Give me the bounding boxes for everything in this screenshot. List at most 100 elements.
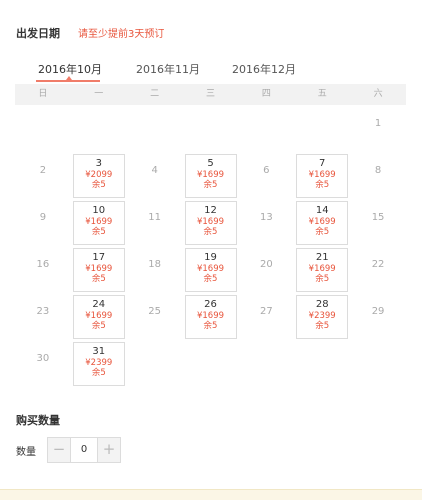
- day-stock: 余5: [315, 321, 330, 331]
- decrease-button[interactable]: −: [48, 438, 70, 462]
- day-number: 5: [207, 158, 214, 169]
- day-stock: 余5: [91, 274, 106, 284]
- calendar-day-available[interactable]: 14 ¥1699 余5: [295, 200, 349, 245]
- calendar-day-available[interactable]: 17 ¥1699 余5: [72, 247, 126, 292]
- day-option-box[interactable]: 7 ¥1699 余5: [296, 154, 349, 198]
- increase-button[interactable]: +: [98, 438, 120, 462]
- day-price: ¥2099: [85, 170, 113, 180]
- calendar-day-unavailable: 30: [16, 341, 70, 386]
- day-number: 28: [315, 299, 329, 310]
- day-price: ¥1699: [196, 217, 225, 227]
- calendar-week-row: 16 17 ¥1699 余5 18 19 ¥1699 余5 20 21 ¥1699 余5 22: [15, 247, 406, 294]
- day-number: 8: [374, 165, 382, 176]
- calendar-day-available[interactable]: 3 ¥2099 余5: [72, 153, 126, 198]
- day-number: 6: [263, 165, 270, 176]
- day-stock: 余5: [91, 227, 106, 237]
- weekday-header: 日 一 二 三 四 五 六: [15, 84, 406, 105]
- day-option-box[interactable]: 26 ¥1699 余5: [184, 295, 237, 339]
- day-option-box[interactable]: 17 ¥1699 余5: [72, 248, 125, 292]
- calendar-day-available[interactable]: 28 ¥2399 余5: [295, 294, 349, 339]
- day-number: 12: [204, 205, 217, 216]
- day-option-box[interactable]: 21 ¥1699 余5: [296, 248, 349, 292]
- calendar-week-row: 9 10 ¥1699 余5 11 12 ¥1699 余5 13 14 ¥1699 余5 15: [15, 200, 406, 247]
- date-section-title: 出发日期: [16, 27, 60, 40]
- day-option-box[interactable]: 19 ¥1699 余5: [184, 248, 237, 292]
- calendar-day-unavailable: 18: [128, 247, 182, 292]
- calendar-week-row: 1: [15, 106, 406, 153]
- quantity-label: 数量: [16, 447, 36, 458]
- day-price: ¥1699: [196, 311, 225, 321]
- calendar-day-unavailable: 2: [16, 153, 70, 198]
- calendar-day-available[interactable]: 26 ¥1699 余5: [184, 294, 238, 339]
- day-price: ¥1699: [85, 217, 113, 227]
- day-option-box[interactable]: 12 ¥1699 余5: [184, 201, 237, 245]
- day-option-box[interactable]: 14 ¥1699 余5: [296, 201, 349, 245]
- day-stock: 余5: [203, 227, 218, 237]
- day-stock: 余5: [315, 274, 330, 284]
- calendar-day-unavailable: 25: [128, 294, 182, 339]
- day-number: 29: [371, 306, 385, 317]
- calendar-day-available[interactable]: 24 ¥1699 余5: [72, 294, 126, 339]
- calendar-day-unavailable: 11: [128, 200, 182, 245]
- advance-booking-notice: 请至少提前3天预订: [78, 29, 165, 40]
- calendar-day-unavailable: 23: [16, 294, 70, 339]
- day-number: 3: [95, 158, 102, 169]
- quantity-value[interactable]: 0: [70, 438, 98, 462]
- day-number: 4: [151, 165, 158, 176]
- day-option-box[interactable]: 10 ¥1699 余5: [72, 201, 125, 245]
- day-stock: 余5: [203, 274, 218, 284]
- day-option-box[interactable]: 28 ¥2399 余5: [296, 295, 349, 339]
- day-number: 22: [371, 259, 385, 270]
- day-number: 13: [259, 212, 273, 223]
- calendar-day-available[interactable]: 7 ¥1699 余5: [295, 153, 349, 198]
- day-number: 31: [92, 346, 106, 357]
- day-price: ¥1699: [308, 264, 336, 274]
- day-price: ¥1699: [308, 217, 336, 227]
- calendar-day-unavailable: 6: [239, 153, 293, 198]
- day-stock: 余5: [91, 180, 106, 190]
- day-stock: 余5: [315, 227, 330, 237]
- calendar-grid: 1 2 3 ¥2099 余5 4 5 ¥1699 余5 6 7 ¥1699 余5 8 9 10 ¥1699 余5 1…: [15, 106, 406, 388]
- calendar-week-row: 23 24 ¥1699 余5 25 26 ¥1699 余5 27 28 ¥2399 余5 29: [15, 294, 406, 341]
- quantity-section-title: 购买数量: [16, 414, 60, 427]
- day-option-box[interactable]: 5 ¥1699 余5: [184, 154, 237, 198]
- day-stock: 余5: [91, 368, 106, 378]
- day-option-box[interactable]: 31 ¥2399 余5: [72, 342, 125, 386]
- day-number: 2: [39, 165, 47, 176]
- calendar-day-unavailable: 15: [351, 200, 405, 245]
- tab-2016-12[interactable]: 2016年12月: [232, 61, 296, 77]
- tab-2016-10[interactable]: 2016年10月: [38, 61, 102, 77]
- weekday-fri: 五: [317, 89, 327, 99]
- day-stock: 余5: [203, 321, 218, 331]
- calendar-day-unavailable: 4: [128, 153, 182, 198]
- day-number: 25: [148, 306, 161, 317]
- day-number: 23: [36, 306, 50, 317]
- tab-2016-11[interactable]: 2016年11月: [136, 61, 200, 77]
- calendar-day-available[interactable]: 5 ¥1699 余5: [184, 153, 238, 198]
- day-stock: 余5: [315, 180, 330, 190]
- weekday-tue: 二: [150, 89, 160, 99]
- weekday-wed: 三: [206, 89, 216, 99]
- day-option-box[interactable]: 3 ¥2099 余5: [72, 154, 125, 198]
- day-option-box[interactable]: 24 ¥1699 余5: [72, 295, 125, 339]
- calendar-day-unavailable: 22: [351, 247, 405, 292]
- calendar-day-available[interactable]: 10 ¥1699 余5: [72, 200, 126, 245]
- active-tab-underline: [36, 80, 100, 82]
- day-price: ¥1699: [308, 170, 336, 180]
- weekday-thu: 四: [261, 89, 271, 99]
- weekday-mon: 一: [94, 89, 104, 99]
- day-number: 30: [36, 353, 50, 364]
- calendar-day-available[interactable]: 12 ¥1699 余5: [184, 200, 238, 245]
- calendar-day-unavailable: 9: [16, 200, 70, 245]
- calendar-day-available[interactable]: 21 ¥1699 余5: [295, 247, 349, 292]
- calendar-week-row: 30 31 ¥2399 余5: [15, 341, 406, 388]
- day-number: 19: [204, 252, 217, 263]
- day-stock: 余5: [91, 321, 106, 331]
- day-number: 26: [204, 299, 217, 310]
- calendar-day-unavailable: 13: [239, 200, 293, 245]
- calendar-day-available[interactable]: 31 ¥2399 余5: [72, 341, 126, 386]
- quantity-stepper[interactable]: − 0 +: [47, 437, 121, 463]
- day-number: 1: [374, 118, 382, 129]
- day-number: 7: [319, 158, 326, 169]
- calendar-day-available[interactable]: 19 ¥1699 余5: [184, 247, 238, 292]
